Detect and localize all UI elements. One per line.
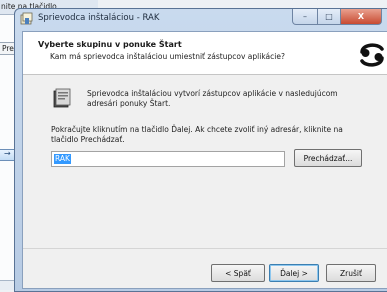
cancel-button[interactable]: Zrušiť	[326, 264, 376, 282]
title-bar[interactable]: Sprievodca inštaláciou - RAK – □ X	[15, 9, 387, 31]
page-heading: Vyberte skupinu v ponuke Štart	[38, 40, 182, 49]
info-text: Sprievodca inštaláciou vytvorí zástupcov…	[87, 89, 338, 108]
folder-input-value: RAK	[54, 154, 71, 164]
button-separator	[23, 248, 387, 249]
page-subheading: Kam má sprievodca inštaláciou umiestniť …	[50, 52, 285, 61]
installer-app-icon	[20, 12, 33, 25]
dialog-content: Vyberte skupinu v ponuke Štart Kam má sp…	[22, 31, 387, 289]
close-button[interactable]: X	[341, 9, 382, 25]
back-button[interactable]: < Späť	[211, 264, 265, 282]
browse-button[interactable]: Prechádzať...	[294, 149, 362, 167]
instruction-text: Pokračujte kliknutím na tlačidlo Ďalej. …	[51, 125, 343, 144]
close-icon: X	[357, 12, 365, 21]
maximize-icon: □	[325, 12, 333, 21]
arrow-right-icon: →	[4, 149, 11, 158]
minimize-icon: –	[303, 12, 307, 21]
window-title: Sprievodca inštaláciou - RAK	[38, 13, 160, 23]
minimize-button[interactable]: –	[292, 9, 318, 25]
wizard-header: Vyberte skupinu v ponuke Štart Kam má sp…	[23, 32, 387, 75]
cancer-zodiac-logo-icon	[360, 43, 384, 67]
start-menu-folder-input[interactable]: RAK	[51, 151, 285, 167]
maximize-button[interactable]: □	[318, 9, 341, 25]
start-menu-folder-icon	[53, 88, 71, 108]
caption-buttons: – □ X	[292, 9, 382, 25]
installer-dialog: Sprievodca inštaláciou - RAK – □ X Vyber…	[14, 8, 387, 292]
next-button[interactable]: Ďalej >	[269, 264, 319, 282]
